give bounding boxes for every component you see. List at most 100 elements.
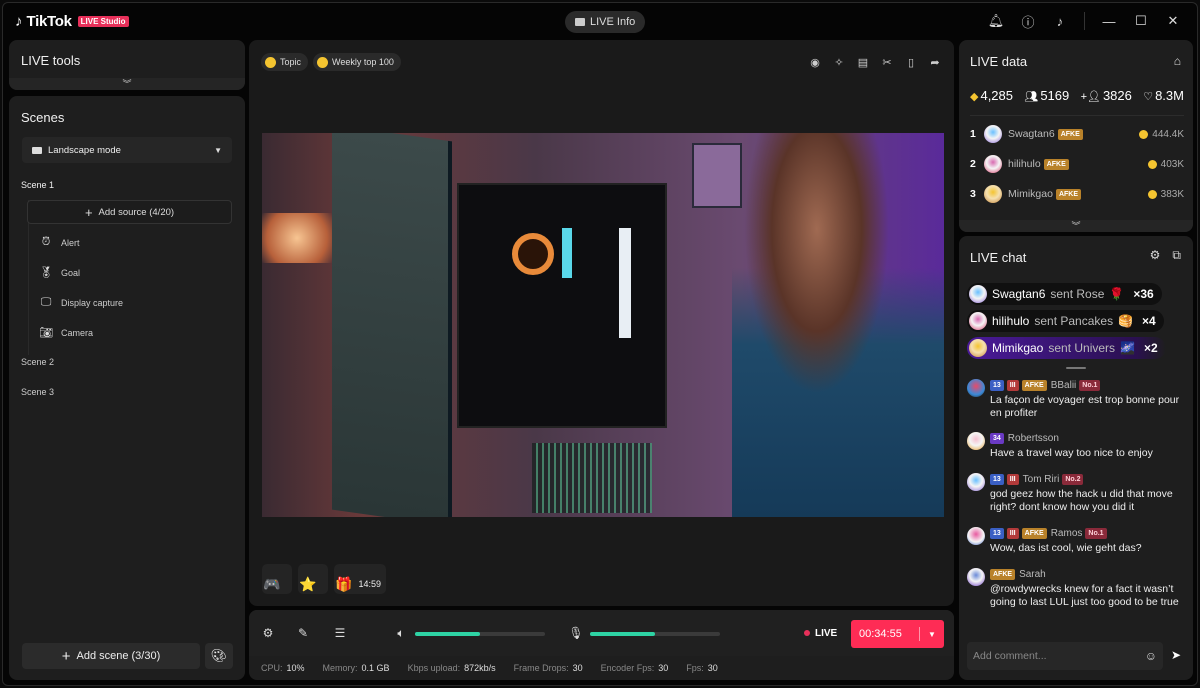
chip-label: Weekly top 100 xyxy=(332,57,394,67)
gift-notification: Swagtan6 sent Rose 🌹 ×36 xyxy=(967,283,1162,305)
speaker-icon[interactable]: 🔈︎ xyxy=(394,626,408,640)
chat-message[interactable]: 34 Robertsson Have a travel way too nice t… xyxy=(967,432,1187,460)
share-icon[interactable]: ➦ xyxy=(928,55,942,69)
metric-diamonds: ◆ 4,285 xyxy=(970,88,1013,103)
gift-item[interactable]: 🎁 14:59 xyxy=(334,564,386,594)
end-live-button[interactable]: 00:34:55 ▼ xyxy=(851,620,944,648)
username[interactable]: BBalii xyxy=(1051,380,1077,391)
avatar xyxy=(984,155,1002,173)
panel-title: LIVE tools xyxy=(21,53,81,68)
message-header: 13 III Tom Riri No.2 xyxy=(990,473,1187,485)
effects-icon[interactable]: ✧ xyxy=(832,55,846,69)
username: Swagtan6 xyxy=(1008,128,1055,140)
expand-chevron-icon[interactable]: ︾ xyxy=(9,78,245,90)
gift-item[interactable]: ⭐ xyxy=(298,564,328,594)
comment-input[interactable]: Add comment... ☺ xyxy=(967,642,1163,670)
chat-message[interactable]: 13 III Tom Riri No.2 god geez how the hack u… xyxy=(967,473,1187,514)
magic-wand-icon[interactable]: ✎ xyxy=(296,626,310,640)
username[interactable]: Ramos xyxy=(1051,528,1083,539)
user-badge: III xyxy=(1006,527,1019,539)
user-badge: 13 xyxy=(990,379,1004,391)
mic-volume-slider[interactable] xyxy=(590,632,720,636)
metric-viewers: 👥︎ 5169 xyxy=(1024,88,1069,103)
weekly-top-chip[interactable]: Weekly top 100 xyxy=(313,53,401,71)
message-header: 34 Robertsson xyxy=(990,432,1187,444)
brand-name: TikTok xyxy=(26,13,72,30)
help-icon[interactable]: ⓘ xyxy=(1012,9,1044,33)
phone-icon[interactable]: ▯ xyxy=(904,55,918,69)
tools-icon[interactable]: ✂ xyxy=(880,55,894,69)
rank-badge: No.1 xyxy=(1079,379,1101,391)
live-metrics: ◆ 4,285 👥︎ 5169 +👤︎ 3826 ♡ 8.3M xyxy=(970,88,1184,116)
scenes-panel: Scenes Landscape mode ▼ Scene 1 + Add so… xyxy=(9,96,245,680)
stat-value: 872kb/s xyxy=(464,663,496,673)
scene-item[interactable]: Scene 1 xyxy=(21,180,54,190)
live-info-button[interactable]: LIVE Info xyxy=(565,11,646,33)
close-icon[interactable]: ✕ xyxy=(1157,9,1189,33)
camera-icon: 📷︎ xyxy=(39,327,53,339)
username[interactable]: Tom Riri xyxy=(1023,474,1060,485)
source-item[interactable]: 🖵︎ Display capture xyxy=(39,296,123,309)
mode-select[interactable]: Landscape mode ▼ xyxy=(22,137,232,163)
caret-down-icon[interactable]: ▼ xyxy=(920,630,944,639)
avatar xyxy=(967,568,985,586)
ranking-row[interactable]: 1 Swagtan6 AFKE 444.4K xyxy=(970,124,1184,144)
popout-icon[interactable]: ⧉ xyxy=(1172,248,1181,263)
palette-icon[interactable]: 🎨︎ xyxy=(205,643,233,669)
username[interactable]: Robertsson xyxy=(1008,433,1059,444)
rank-number: 1 xyxy=(970,128,976,140)
emoji-icon[interactable]: ☺ xyxy=(1145,649,1157,663)
settings-icon[interactable]: ⚙ xyxy=(1150,248,1161,263)
stat-value: 10% xyxy=(286,663,305,673)
username[interactable]: Sarah xyxy=(1019,569,1046,580)
avatar xyxy=(969,285,987,303)
rank-number: 3 xyxy=(970,188,976,200)
record-icon[interactable]: ◉ xyxy=(808,55,822,69)
topic-chip[interactable]: Topic xyxy=(261,53,309,71)
bell-icon[interactable]: 🔔︎ xyxy=(980,9,1012,33)
topic-icon xyxy=(265,56,276,68)
resize-handle[interactable] xyxy=(1066,367,1086,369)
layout-icon[interactable]: ▤ xyxy=(856,55,870,69)
tiktok-icon[interactable]: ♪ xyxy=(1044,9,1076,33)
coin-count: 444.4K xyxy=(1139,129,1184,140)
gift-action: sent Univers xyxy=(1048,341,1116,355)
gift-notification: hilihulo sent Pancakes 🥞 ×4 xyxy=(967,310,1164,332)
source-item[interactable]: 📷︎ Camera xyxy=(39,326,93,339)
panel-title: LIVE chat xyxy=(970,250,1027,265)
adjust-icon[interactable]: ☰ xyxy=(333,626,347,640)
settings-icon[interactable]: ⚙ xyxy=(261,626,275,640)
home-icon[interactable]: ⌂ xyxy=(1174,54,1181,68)
ranking-row[interactable]: 2 hilihulo AFKE 403K xyxy=(970,154,1184,174)
controller-gift-icon: 🎮 xyxy=(263,576,281,592)
chat-message[interactable]: AFKE Sarah @rowdywrecks knew for a fact it… xyxy=(967,568,1187,609)
user-badge: AFKE xyxy=(1021,527,1047,539)
chat-message[interactable]: 13 III AFKE BBalii No.1 La façon de voyager e… xyxy=(967,379,1187,420)
avatar xyxy=(984,125,1002,143)
send-icon[interactable]: ➤ xyxy=(1171,648,1181,662)
expand-chevron-icon[interactable]: ︾ xyxy=(959,220,1193,232)
live-indicator-dot xyxy=(804,630,810,636)
add-source-button[interactable]: + Add source (4/20) xyxy=(27,200,232,224)
source-item[interactable]: 🏅︎ Goal xyxy=(39,266,80,279)
live-video-preview[interactable] xyxy=(262,133,944,517)
source-label: Goal xyxy=(61,267,81,278)
gift-item[interactable]: 🎮 xyxy=(262,564,292,594)
elapsed-time: 00:34:55 xyxy=(859,628,902,640)
video-streamer xyxy=(732,133,944,517)
mic-icon[interactable]: 🎙︎ xyxy=(568,626,583,640)
add-scene-button[interactable]: + Add scene (3/30) xyxy=(22,643,200,669)
coin-icon xyxy=(1139,129,1149,139)
message-header: AFKE Sarah xyxy=(990,568,1187,580)
username: hilihulo xyxy=(992,314,1030,328)
afke-badge: AFKE xyxy=(1043,158,1069,170)
avatar xyxy=(984,185,1002,203)
chat-message[interactable]: 13 III AFKE Ramos No.1 Wow, das ist cool, wie… xyxy=(967,527,1187,555)
scene-item[interactable]: Scene 2 xyxy=(21,357,54,367)
speaker-volume-slider[interactable] xyxy=(415,632,545,636)
minimize-icon[interactable]: — xyxy=(1093,9,1125,33)
ranking-row[interactable]: 3 Mimikgao AFKE 383K xyxy=(970,184,1184,204)
source-item[interactable]: ⏰︎ Alert xyxy=(39,236,80,249)
scene-item[interactable]: Scene 3 xyxy=(21,387,54,397)
maximize-icon[interactable]: ☐ xyxy=(1125,9,1157,33)
